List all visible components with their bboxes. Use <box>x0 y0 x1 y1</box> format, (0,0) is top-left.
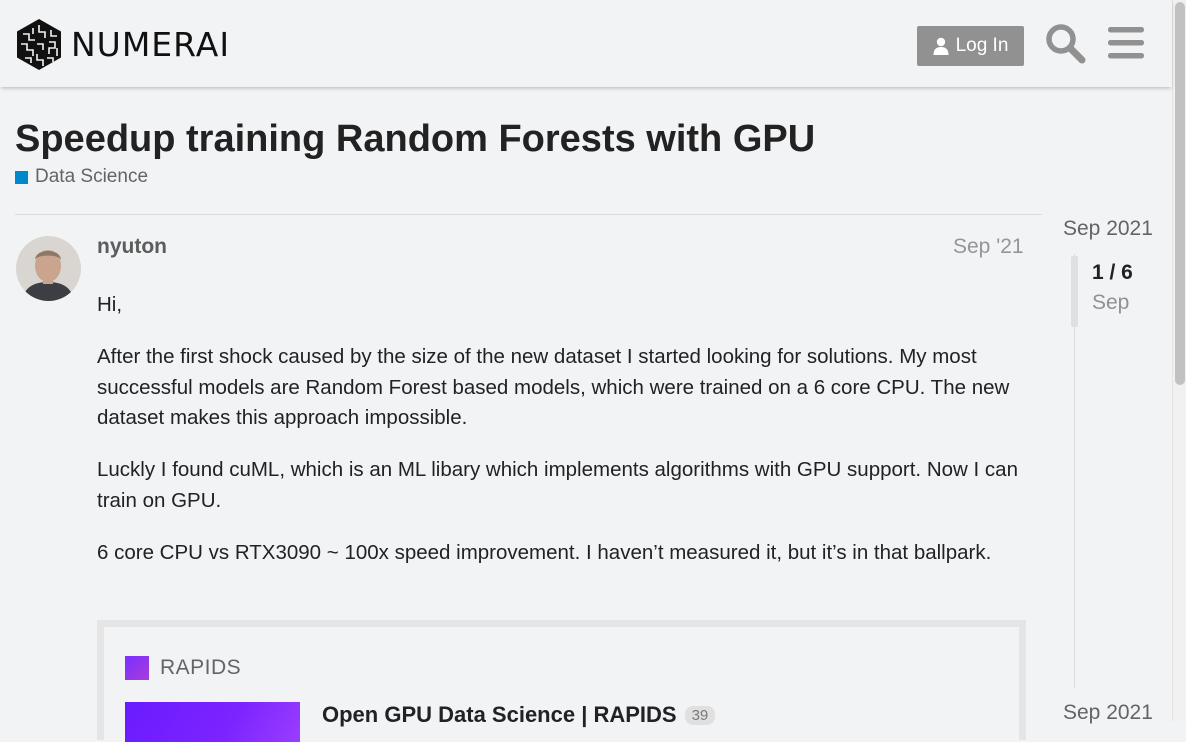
timeline-start-date[interactable]: Sep 2021 <box>1063 217 1153 241</box>
page-scrollbar[interactable] <box>1172 0 1186 721</box>
onebox-thumbnail[interactable] <box>125 702 300 742</box>
onebox-source-name: RAPIDS <box>160 656 242 679</box>
site-logo[interactable]: NUMERAI <box>15 18 230 71</box>
post-paragraph: Hi, <box>97 293 123 316</box>
site-header: NUMERAI Log In <box>0 0 1172 87</box>
category-badge[interactable]: Data Science <box>15 166 148 188</box>
avatar[interactable] <box>16 236 81 301</box>
timeline-progress: 1 / 6 <box>1092 261 1133 284</box>
post-paragraph: After the first shock caused by the size… <box>97 345 1010 429</box>
onebox-source[interactable]: RAPIDS <box>125 656 241 680</box>
post-date[interactable]: Sep '21 <box>953 235 1024 259</box>
brand-name: NUMERAI <box>71 25 231 64</box>
category-name: Data Science <box>35 166 149 187</box>
timeline-current-date: Sep <box>1092 291 1130 314</box>
numerai-logo-icon <box>17 19 61 70</box>
user-icon <box>933 37 949 55</box>
onebox-title-link[interactable]: Open GPU Data Science | RAPIDS 39 <box>322 702 716 728</box>
login-button-label: Log In <box>955 35 1009 56</box>
post-paragraph: 6 core CPU vs RTX3090 ~ 100x speed impro… <box>97 540 992 564</box>
click-count-badge: 39 <box>684 705 716 725</box>
post-author[interactable]: nyuton <box>97 235 167 259</box>
timeline-scroller-handle[interactable] <box>1071 256 1078 327</box>
post-paragraph: Luckly I found cuML, which is an ML liba… <box>97 458 1018 512</box>
link-preview-onebox: RAPIDS Open GPU Data Science | RAPIDS 39 <box>97 620 1026 742</box>
avatar-image <box>16 236 81 301</box>
rapids-favicon-icon <box>125 656 149 680</box>
onebox-title: Open GPU Data Science | RAPIDS <box>322 702 677 727</box>
post-body: Hi, After the first shock caused by the … <box>97 290 1025 590</box>
login-button[interactable]: Log In <box>917 26 1024 66</box>
hamburger-menu-icon[interactable] <box>1106 22 1148 64</box>
topic-title[interactable]: Speedup training Random Forests with GPU <box>15 118 815 161</box>
category-color-swatch <box>15 170 28 184</box>
scrollbar-thumb[interactable] <box>1175 2 1185 385</box>
search-icon[interactable] <box>1044 22 1086 64</box>
timeline-end-date[interactable]: Sep 2021 <box>1063 701 1153 725</box>
topic-divider <box>15 214 1042 215</box>
